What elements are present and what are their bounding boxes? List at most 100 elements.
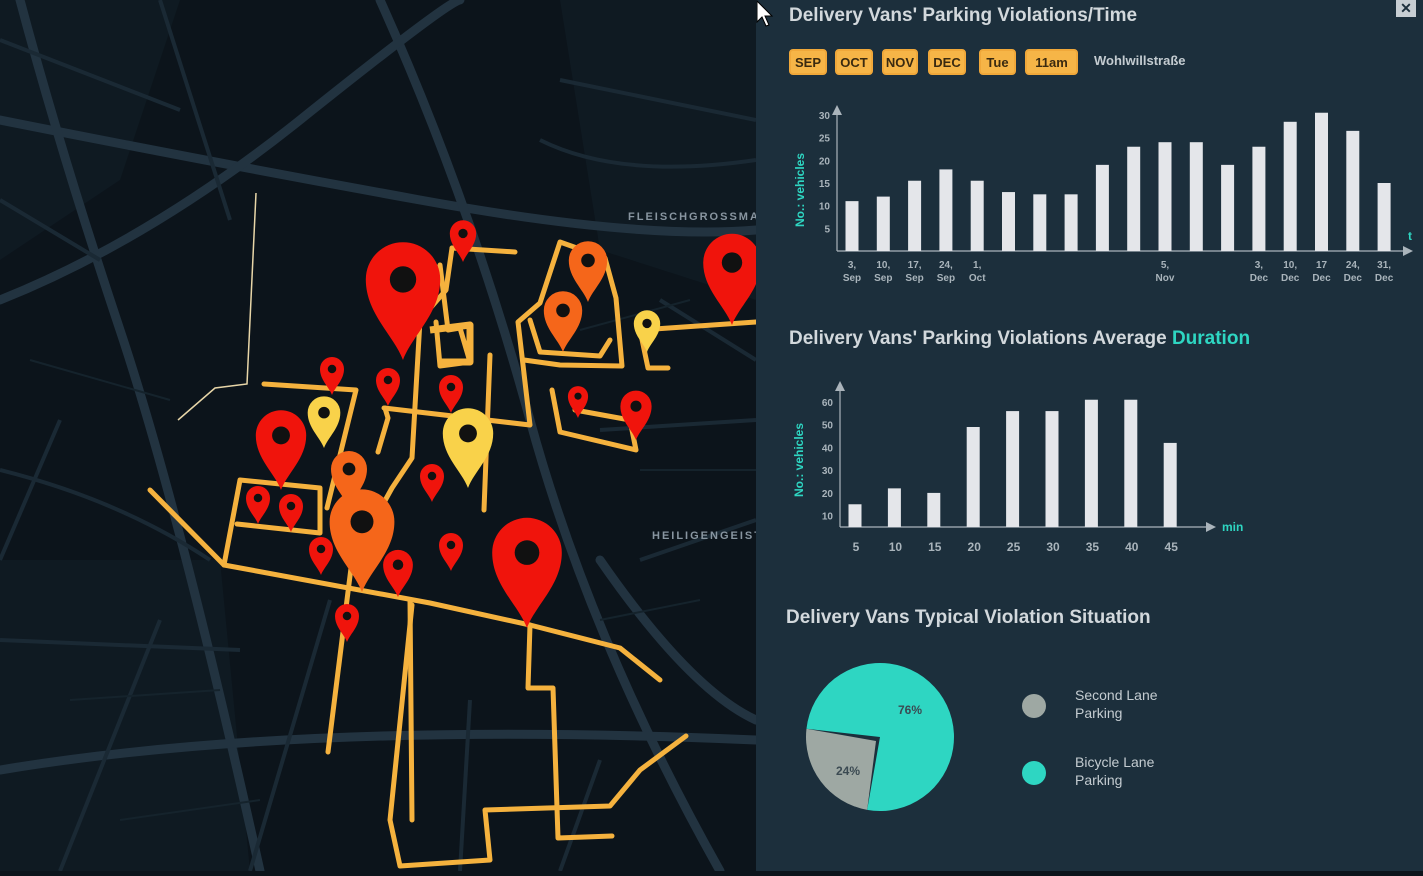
filter-chip-oct[interactable]: OCT bbox=[835, 49, 873, 75]
bar bbox=[1315, 112, 1328, 251]
y-tick-label: 25 bbox=[819, 134, 831, 145]
duration-chart-title: Delivery Vans' Parking Violations Averag… bbox=[789, 328, 1250, 349]
street-label: HEILIGENGEIST bbox=[652, 530, 763, 542]
duration-title-accent: Duration bbox=[1172, 328, 1250, 349]
bar bbox=[876, 196, 890, 251]
bar bbox=[1084, 399, 1098, 527]
duration-title-prefix: Delivery Vans' Parking Violations Averag… bbox=[789, 328, 1172, 349]
x-tick-label: 15 bbox=[928, 540, 942, 554]
x-tick-label: 1, bbox=[973, 260, 982, 271]
y-tick-label: 30 bbox=[819, 111, 831, 122]
analytics-panel: Delivery Vans' Parking Violations/Time 5… bbox=[756, 0, 1423, 871]
y-tick-label: 5 bbox=[824, 224, 830, 235]
x-tick-label: 31, bbox=[1377, 260, 1391, 271]
bar bbox=[1283, 121, 1297, 251]
y-tick-label: 60 bbox=[822, 398, 834, 409]
filter-chip-nov[interactable]: NOV bbox=[882, 49, 918, 75]
x-tick-label: Dec bbox=[1250, 273, 1269, 284]
x-tick-label: Dec bbox=[1281, 273, 1300, 284]
bar bbox=[1163, 442, 1177, 527]
y-tick-label: 40 bbox=[822, 443, 834, 454]
bar bbox=[1377, 183, 1391, 251]
bar bbox=[927, 492, 941, 527]
bar bbox=[1124, 399, 1138, 527]
x-tick-label: Oct bbox=[969, 273, 986, 284]
x-tick-label: Nov bbox=[1156, 273, 1175, 284]
x-axis-label: t bbox=[1408, 229, 1412, 243]
x-axis-label: min bbox=[1222, 520, 1243, 534]
x-tick-label: 10 bbox=[889, 540, 903, 554]
y-tick-label: 20 bbox=[822, 489, 834, 500]
x-tick-label: 35 bbox=[1086, 540, 1100, 554]
filter-chip-11am[interactable]: 11am bbox=[1025, 49, 1078, 75]
x-tick-label: 20 bbox=[968, 540, 982, 554]
y-tick-label: 50 bbox=[822, 421, 834, 432]
x-tick-label: Dec bbox=[1375, 273, 1394, 284]
x-axis-arrow bbox=[1403, 246, 1413, 256]
y-tick-label: 30 bbox=[822, 466, 834, 477]
bar bbox=[1346, 130, 1360, 251]
bar bbox=[1252, 146, 1266, 251]
y-axis-label: No.: vehicles bbox=[793, 153, 807, 227]
x-tick-label: Sep bbox=[874, 273, 892, 284]
x-tick-label: 10, bbox=[876, 260, 890, 271]
y-tick-label: 15 bbox=[819, 179, 831, 190]
x-tick-label: Dec bbox=[1312, 273, 1331, 284]
bar bbox=[1095, 164, 1109, 251]
x-tick-label: 3, bbox=[1255, 260, 1264, 271]
close-button[interactable]: ✕ bbox=[1396, 0, 1416, 17]
bar bbox=[1006, 411, 1020, 527]
y-axis-arrow bbox=[835, 381, 845, 391]
pie-slice-label: 76% bbox=[898, 703, 922, 717]
bar bbox=[887, 488, 901, 527]
street-name: Wohlwillstraße bbox=[1094, 53, 1186, 68]
legend-label: Second Lane Parking bbox=[1075, 687, 1158, 721]
x-tick-label: 45 bbox=[1165, 540, 1179, 554]
legend-swatch bbox=[1022, 694, 1046, 718]
bar bbox=[1064, 194, 1078, 251]
time-chart-title: Delivery Vans' Parking Violations/Time bbox=[789, 5, 1137, 26]
bar bbox=[1045, 411, 1059, 527]
y-axis-arrow bbox=[832, 105, 842, 115]
legend-swatch bbox=[1022, 761, 1046, 785]
x-tick-label: Sep bbox=[937, 273, 955, 284]
x-tick-label: 24, bbox=[939, 260, 953, 271]
legend-item-second-lane: Second Lane Parking bbox=[1020, 686, 1180, 726]
x-tick-label: 17, bbox=[908, 260, 922, 271]
x-tick-label: 25 bbox=[1007, 540, 1021, 554]
x-tick-label: 5, bbox=[1161, 260, 1170, 271]
x-tick-label: Sep bbox=[843, 273, 861, 284]
time-bar-chart: 5 10 15 20 25 30 No.: vehicles t 3, Sep 10, Sep 17, S… bbox=[793, 105, 1413, 284]
x-tick-label: Sep bbox=[905, 273, 923, 284]
x-tick-label: Dec bbox=[1344, 273, 1363, 284]
x-tick-label: 5 bbox=[853, 540, 860, 554]
bar bbox=[845, 201, 859, 251]
legend-item-bicycle-lane: Bicycle Lane Parking bbox=[1020, 753, 1180, 793]
y-tick-label: 10 bbox=[819, 202, 831, 213]
map-view[interactable]: FLEISCHGROSSMARK HEILIGENGEIST bbox=[0, 0, 778, 876]
situation-pie-chart: 24% 76% bbox=[806, 663, 954, 811]
x-tick-label: 10, bbox=[1283, 260, 1297, 271]
filter-chip-sep[interactable]: SEP bbox=[789, 49, 827, 75]
filter-chip-dec[interactable]: DEC bbox=[928, 49, 966, 75]
bar bbox=[966, 427, 980, 527]
x-tick-label: 40 bbox=[1125, 540, 1139, 554]
bar bbox=[970, 180, 984, 251]
bar bbox=[1158, 142, 1172, 251]
bar bbox=[908, 180, 922, 251]
y-axis-label: No.: vehicles bbox=[792, 423, 806, 497]
bar bbox=[1033, 194, 1047, 251]
filter-chip-tue[interactable]: Tue bbox=[979, 49, 1016, 75]
x-tick-label: 30 bbox=[1046, 540, 1060, 554]
duration-bar-chart: 10 20 30 40 50 60 No.: vehicles min 5 10 15 20 25 30 3… bbox=[792, 381, 1243, 554]
pie-slice-label: 24% bbox=[836, 764, 860, 778]
legend-label: Bicycle Lane Parking bbox=[1075, 754, 1155, 788]
y-tick-label: 20 bbox=[819, 156, 831, 167]
situation-chart-title: Delivery Vans Typical Violation Situatio… bbox=[786, 607, 1151, 628]
map-canvas[interactable] bbox=[0, 0, 761, 876]
bar bbox=[939, 169, 953, 251]
x-tick-label: 3, bbox=[848, 260, 857, 271]
mouse-cursor-icon bbox=[756, 0, 774, 27]
x-axis-arrow bbox=[1206, 522, 1216, 532]
bar bbox=[1189, 142, 1203, 251]
